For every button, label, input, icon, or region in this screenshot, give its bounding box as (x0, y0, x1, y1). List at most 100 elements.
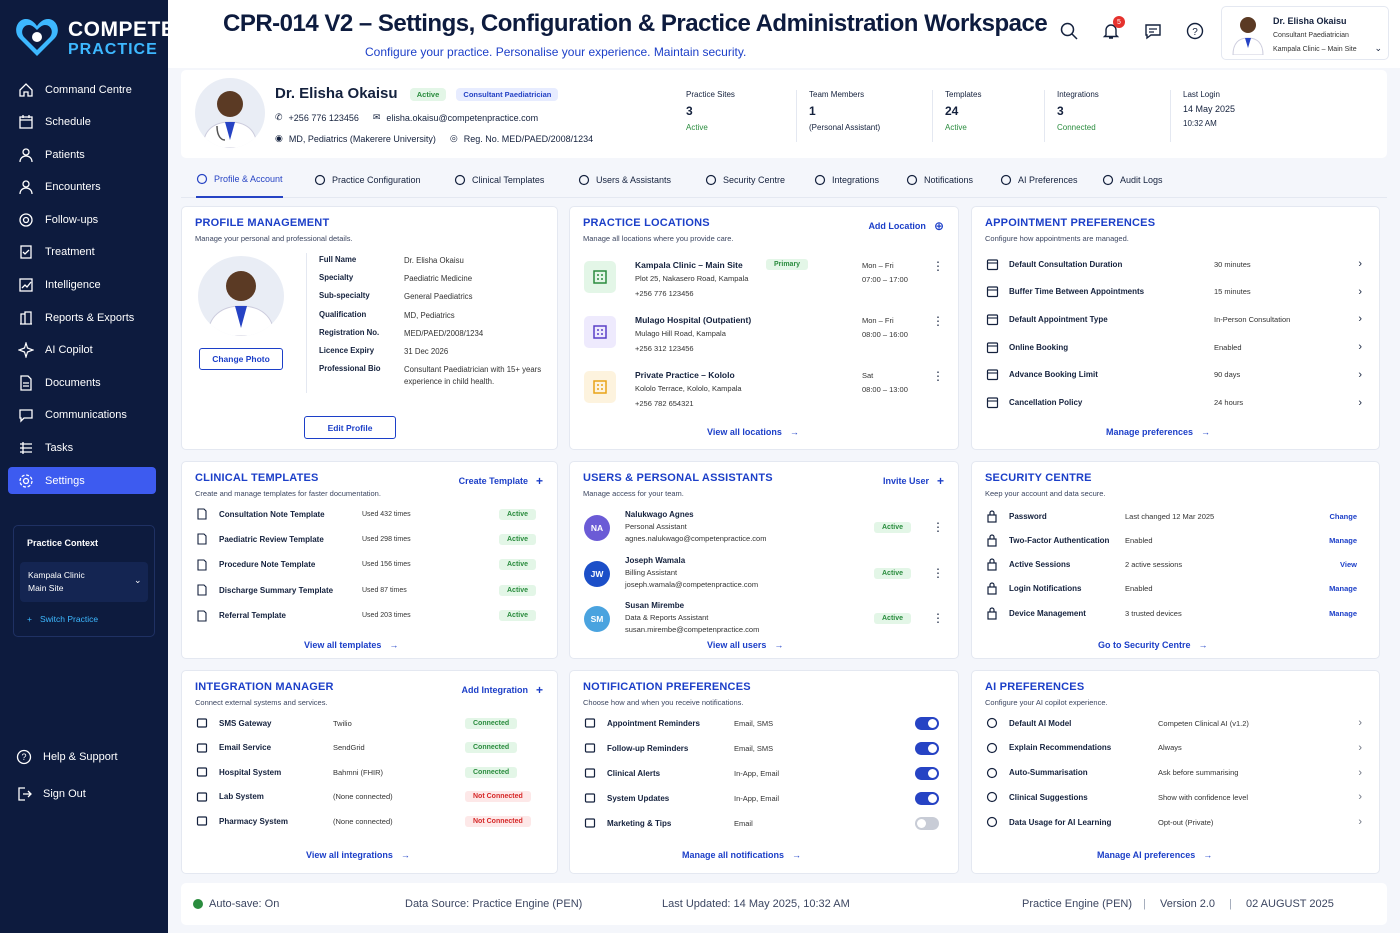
ai-pref-row[interactable]: Clinical Suggestions Show with confidenc… (985, 787, 1366, 807)
go-to-security-label: Go to Security Centre (1098, 640, 1191, 650)
sidebar-item-intelligence[interactable]: Intelligence (8, 272, 156, 299)
notification-toggle[interactable] (915, 716, 939, 730)
practice-selector[interactable]: Kampala Clinic Main Site ⌄ (20, 562, 148, 602)
sidebar-item-reports-exports[interactable]: Reports & Exports (8, 304, 156, 331)
tab-profile-account[interactable]: Profile & Account (196, 162, 283, 198)
template-row[interactable]: Procedure Note Template Used 156 times A… (195, 555, 544, 575)
pref-label: Buffer Time Between Appointments (1009, 287, 1145, 297)
tab-audit-logs[interactable]: Audit Logs (1102, 162, 1163, 198)
switch-practice-button[interactable]: + Switch Practice (27, 614, 98, 624)
user-name[interactable]: Joseph Wamala (625, 556, 685, 565)
autosave-status: Auto-save: On (209, 898, 280, 910)
tab-integrations[interactable]: Integrations (814, 162, 879, 198)
user-menu[interactable]: Dr. Elisha Okaisu Consultant Paediatrici… (1221, 6, 1389, 60)
brand-logo[interactable]: COMPETEN PRACTICE (14, 12, 194, 64)
appointment-pref-row[interactable]: Buffer Time Between Appointments 15 minu… (985, 282, 1366, 302)
add-integration-button[interactable]: Add Integration + (461, 683, 543, 697)
template-name: Discharge Summary Template (219, 585, 334, 595)
security-action-link[interactable]: View (1340, 560, 1357, 569)
status-badge: Active (874, 522, 912, 533)
more-options-icon[interactable]: ⋮ (932, 611, 944, 625)
template-row[interactable]: Discharge Summary Template Used 87 times… (195, 580, 544, 600)
stat-integrations: Integrations 3 Connected (1057, 90, 1171, 142)
tab-clinical-templates[interactable]: Clinical Templates (454, 162, 544, 198)
user-name[interactable]: Nalukwago Agnes (625, 510, 694, 519)
sidebar-item-command-centre[interactable]: Command Centre (8, 76, 156, 103)
user-name[interactable]: Susan Mirembe (625, 601, 684, 610)
card-title: PROFILE MANAGEMENT (195, 217, 330, 229)
edit-profile-button[interactable]: Edit Profile (304, 416, 396, 439)
tab-users-assistants[interactable]: Users & Assistants (578, 162, 671, 198)
more-options-icon[interactable]: ⋮ (932, 259, 944, 273)
sidebar-item-tasks[interactable]: Tasks (8, 435, 156, 462)
security-action-link[interactable]: Change (1329, 512, 1357, 521)
template-row[interactable]: Paediatric Review Template Used 298 time… (195, 529, 544, 549)
security-action-link[interactable]: Manage (1329, 584, 1357, 593)
ai-pref-row[interactable]: Data Usage for AI Learning Opt-out (Priv… (985, 812, 1366, 832)
security-action-link[interactable]: Manage (1329, 536, 1357, 545)
appointment-pref-row[interactable]: Advance Booking Limit 90 days › (985, 365, 1366, 385)
help-circle-icon[interactable]: ? (1184, 20, 1206, 42)
tab-practice-configuration[interactable]: Practice Configuration (314, 162, 421, 198)
view-all-templates-link[interactable]: View all templates → (304, 640, 398, 650)
notification-toggle[interactable] (915, 791, 939, 805)
user-role: Data & Reports Assistant (625, 613, 709, 622)
appointment-pref-row[interactable]: Default Consultation Duration 30 minutes… (985, 254, 1366, 274)
messages-icon[interactable] (1142, 20, 1164, 42)
sidebar-item-documents[interactable]: Documents (8, 369, 156, 396)
help-support-link[interactable]: ? Help & Support (16, 746, 118, 768)
sign-out-link[interactable]: Sign Out (16, 783, 118, 805)
create-template-button[interactable]: Create Template + (459, 474, 543, 488)
sidebar-item-schedule[interactable]: Schedule (8, 109, 156, 136)
security-action-link[interactable]: Manage (1329, 609, 1357, 618)
tab-security-centre[interactable]: Security Centre (705, 162, 785, 198)
help-support-label: Help & Support (43, 751, 118, 763)
sidebar-item-settings[interactable]: Settings (8, 467, 156, 495)
tab-icon (814, 174, 826, 186)
sidebar-item-patients[interactable]: Patients (8, 141, 156, 168)
sidebar-item-communications[interactable]: Communications (8, 402, 156, 429)
manage-notifications-link[interactable]: Manage all notifications → (682, 850, 801, 860)
bell-icon[interactable]: 5 (1100, 16, 1125, 42)
location-name[interactable]: Private Practice – Kololo (635, 370, 735, 380)
more-options-icon[interactable]: ⋮ (932, 314, 944, 328)
manage-ai-link[interactable]: Manage AI preferences → (1097, 850, 1212, 860)
go-to-security-link[interactable]: Go to Security Centre → (1098, 640, 1208, 650)
search-icon[interactable] (1058, 20, 1080, 42)
template-row[interactable]: Consultation Note Template Used 432 time… (195, 504, 544, 524)
sidebar-item-encounters[interactable]: Encounters (8, 174, 156, 201)
more-options-icon[interactable]: ⋮ (932, 566, 944, 580)
location-phone: +256 782 654321 (635, 399, 694, 408)
more-options-icon[interactable]: ⋮ (932, 369, 944, 383)
location-name[interactable]: Mulago Hospital (Outpatient) (635, 315, 751, 325)
add-location-button[interactable]: Add Location ⊕ (868, 219, 944, 233)
location-name[interactable]: Kampala Clinic – Main Site (635, 260, 743, 270)
view-all-users-link[interactable]: View all users → (707, 640, 783, 650)
profile-email[interactable]: elisha.okaisu@competenpractice.com (386, 113, 538, 123)
sign-out-icon (16, 786, 32, 802)
appointment-pref-row[interactable]: Cancellation Policy 24 hours › (985, 393, 1366, 413)
ai-pref-row[interactable]: Auto-Summarisation Ask before summarisin… (985, 763, 1366, 783)
view-all-integrations-link[interactable]: View all integrations → (306, 850, 410, 860)
manage-preferences-link[interactable]: Manage preferences → (1106, 427, 1210, 437)
ai-pref-row[interactable]: Explain Recommendations Always › (985, 738, 1366, 758)
tab-notifications[interactable]: Notifications (906, 162, 973, 198)
sidebar-item-treatment[interactable]: Treatment (8, 239, 156, 266)
sidebar-item-follow-ups[interactable]: Follow-ups (8, 206, 156, 233)
view-all-locations-link[interactable]: View all locations → (707, 427, 799, 437)
ai-pref-row[interactable]: Default AI Model Competen Clinical AI (v… (985, 713, 1366, 733)
appointment-pref-row[interactable]: Default Appointment Type In-Person Consu… (985, 309, 1366, 329)
notification-toggle[interactable] (915, 766, 939, 780)
field-label: Professional Bio (319, 364, 381, 374)
sidebar-item-ai-copilot[interactable]: AI Copilot (8, 337, 156, 364)
invite-user-button[interactable]: Invite User + (883, 474, 944, 488)
connection-status-badge: Connected (465, 742, 518, 754)
change-photo-button[interactable]: Change Photo (199, 348, 283, 370)
appointment-pref-row[interactable]: Online Booking Enabled › (985, 337, 1366, 357)
template-row[interactable]: Referral Template Used 203 times Active (195, 606, 544, 626)
field-value: Dr. Elisha Okaisu (404, 255, 554, 267)
notification-toggle[interactable] (915, 741, 939, 755)
tab-ai-preferences[interactable]: AI Preferences (1000, 162, 1078, 198)
more-options-icon[interactable]: ⋮ (932, 520, 944, 534)
notification-toggle[interactable] (915, 816, 939, 830)
